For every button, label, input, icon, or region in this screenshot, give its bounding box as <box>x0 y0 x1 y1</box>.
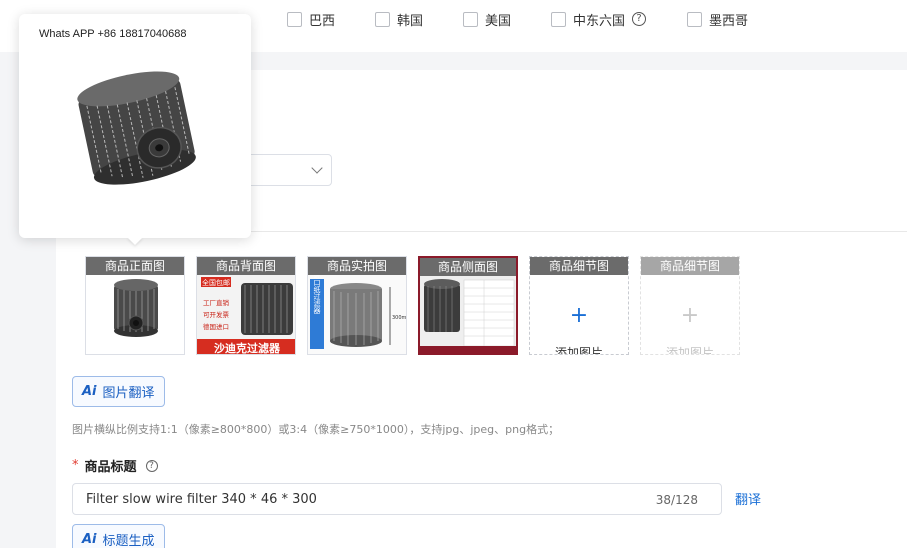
add-area: + 添加图片 <box>530 275 628 355</box>
region-label: 韩国 <box>397 13 424 29</box>
product-title-input[interactable]: Filter slow wire filter 340 * 46 * 300 3… <box>72 483 722 515</box>
region-checkbox-mexico[interactable]: 墨西哥 <box>687 10 749 29</box>
image-slot-real-shot[interactable]: 商品实拍图 进口纸过滤器 300mm <box>307 256 407 355</box>
image-translate-label: 图片翻译 <box>102 386 155 401</box>
ai-icon: Ai <box>82 532 97 547</box>
plus-icon: + <box>680 303 700 328</box>
promo-line: 可开发票 <box>203 310 230 319</box>
region-checkbox-brazil[interactable]: 巴西 <box>287 10 336 29</box>
slot-label: 商品细节图 <box>530 257 628 275</box>
image-slot-detail-add-disabled: 商品细节图 + 添加图片 <box>640 256 740 355</box>
char-count: 38/128 <box>655 493 698 507</box>
region-checkbox-korea[interactable]: 韩国 <box>375 10 424 29</box>
side-text: 进口纸过滤器 <box>313 275 321 315</box>
ai-icon: Ai <box>82 384 97 399</box>
product-title-text: 商品标题 <box>84 460 137 475</box>
image-preview-tooltip: Whats APP +86 18817040688 <box>19 14 251 238</box>
region-label: 墨西哥 <box>709 13 749 29</box>
slot-label: 商品细节图 <box>641 257 739 275</box>
product-image <box>86 275 184 354</box>
product-title-label: * 商品标题 ? <box>72 456 158 475</box>
checkbox[interactable] <box>687 11 702 27</box>
product-image <box>420 276 516 353</box>
image-slot-side[interactable]: 商品侧面图 <box>418 256 518 355</box>
image-translate-button[interactable]: Ai 图片翻译 <box>72 376 165 407</box>
question-icon[interactable]: ? <box>145 459 158 472</box>
product-image: 全国包邮 工厂直销 可开发票 德国进口 沙迪克过滤器 <box>197 275 295 355</box>
image-slot-detail-add[interactable]: 商品细节图 + 添加图片 <box>529 256 629 355</box>
image-slot-front[interactable]: 商品正面图 <box>85 256 185 355</box>
region-label: 中东六国 <box>573 13 626 29</box>
slot-label: 商品实拍图 <box>308 257 406 275</box>
dimension-text: 300mm <box>392 315 407 321</box>
product-image: 进口纸过滤器 300mm <box>308 272 407 354</box>
plus-icon: + <box>569 303 589 328</box>
tooltip-arrow <box>127 237 143 245</box>
help-icon[interactable]: ? <box>632 12 647 26</box>
add-image-label: 添加图片 <box>665 346 714 355</box>
slot-label: 商品侧面图 <box>420 258 516 276</box>
required-mark: * <box>72 458 79 473</box>
region-checkbox-usa[interactable]: 美国 <box>463 10 512 29</box>
badge-text: 全国包邮 <box>202 278 230 287</box>
region-label: 巴西 <box>309 13 336 29</box>
category-select[interactable] <box>240 154 332 186</box>
checkbox[interactable] <box>287 11 302 27</box>
title-generate-button[interactable]: Ai 标题生成 <box>72 524 165 548</box>
slot-label: 商品正面图 <box>86 257 184 275</box>
checkbox[interactable] <box>551 11 566 27</box>
region-label: 美国 <box>485 13 512 29</box>
banner-text: 沙迪克过滤器 <box>214 341 281 355</box>
product-title-value: Filter slow wire filter 340 * 46 * 300 <box>86 492 317 507</box>
chevron-down-icon <box>311 162 323 174</box>
divider <box>240 231 907 232</box>
image-hint: 图片横纵比例支持1:1（像素≥800*800）或3:4（像素≥750*1000）… <box>72 423 560 436</box>
promo-line: 德国进口 <box>203 322 229 331</box>
checkbox[interactable] <box>375 11 390 27</box>
contact-text: Whats APP +86 18817040688 <box>39 28 187 40</box>
add-image-label: 添加图片 <box>554 346 603 355</box>
region-checkbox-middle-east[interactable]: 中东六国 ? <box>551 10 647 29</box>
product-preview-image <box>77 71 196 185</box>
translate-link[interactable]: 翻译 <box>735 489 761 508</box>
image-slot-back[interactable]: 商品背面图 全国包邮 工厂直销 可开发票 德国进口 沙迪克过滤器 <box>196 256 296 355</box>
slot-label: 商品背面图 <box>197 257 295 275</box>
promo-line: 工厂直销 <box>203 298 230 307</box>
add-area: + 添加图片 <box>641 275 739 355</box>
checkbox[interactable] <box>463 11 478 27</box>
title-generate-label: 标题生成 <box>102 534 155 548</box>
